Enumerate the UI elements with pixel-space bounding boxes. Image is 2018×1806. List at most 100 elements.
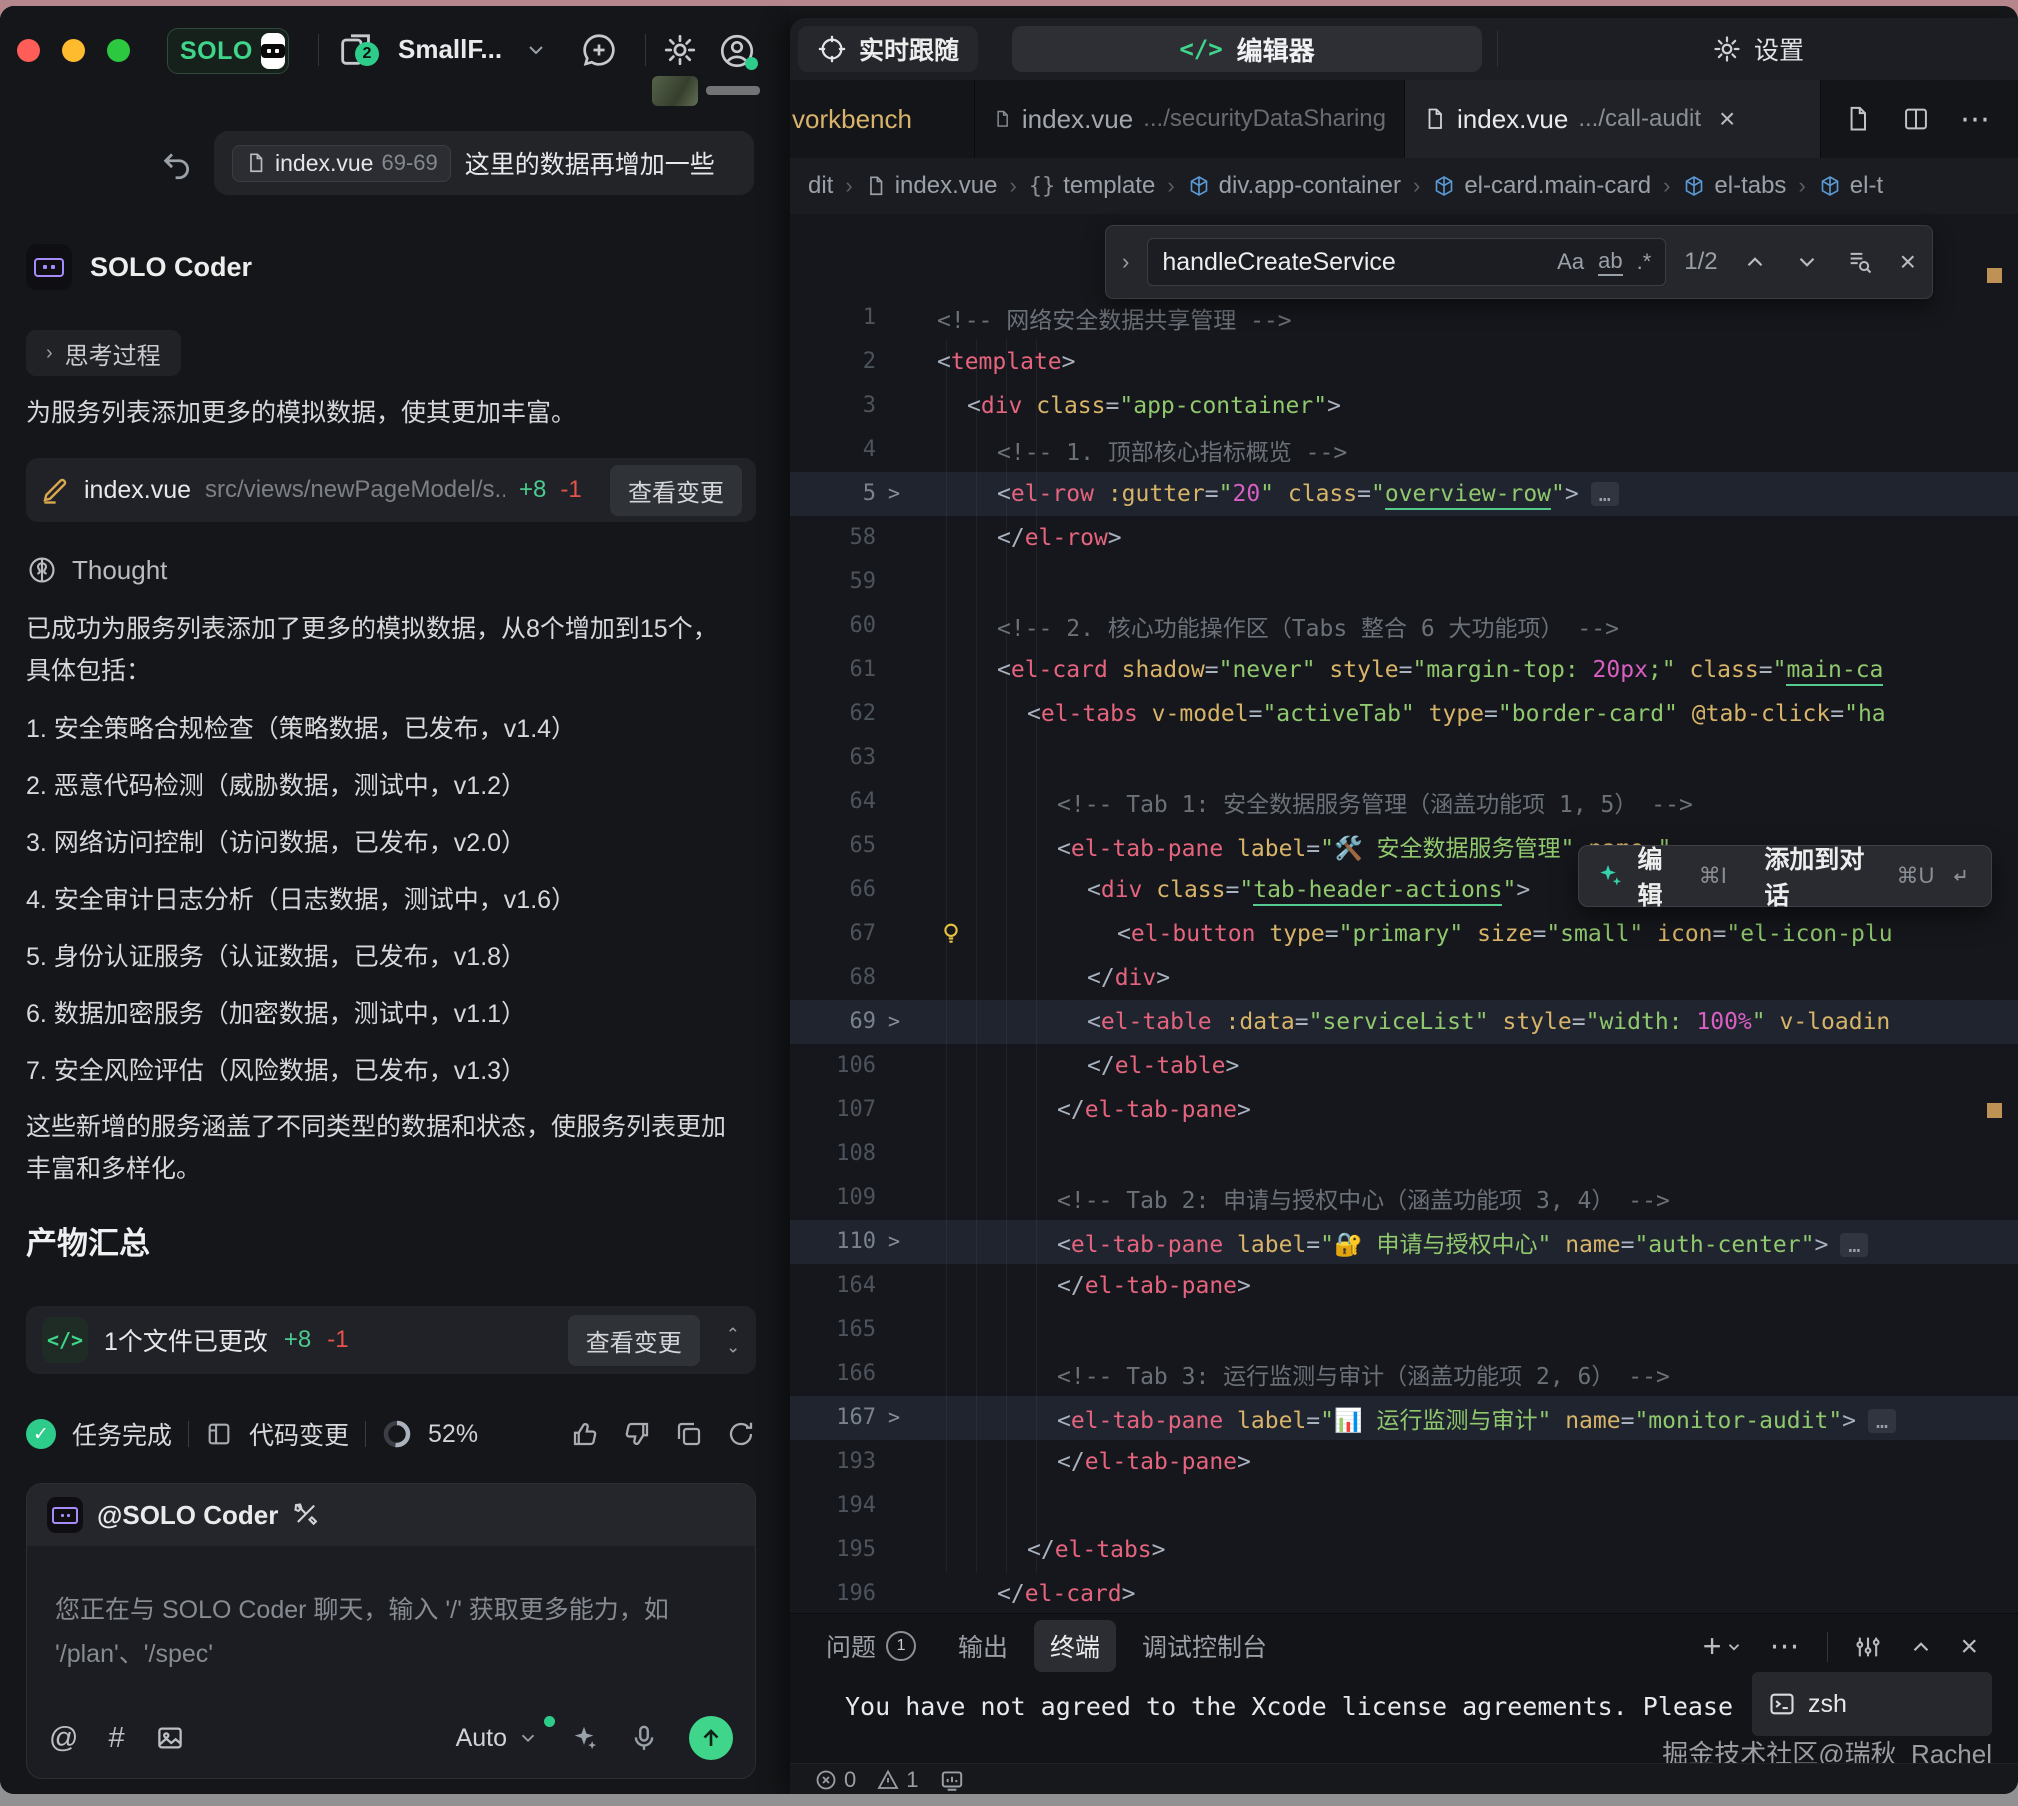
- undo-icon[interactable]: [160, 148, 194, 182]
- file-change-card[interactable]: index.vue src/views/newPageModel/s... +8…: [26, 458, 756, 522]
- panel-tab-问题[interactable]: 问题1: [810, 1620, 932, 1672]
- terminal-shell-item[interactable]: zsh: [1752, 1672, 1992, 1736]
- code-line-69[interactable]: 69><el-table :data="serviceList" style="…: [790, 1000, 2018, 1044]
- more-actions-icon[interactable]: ⋯: [1960, 102, 1992, 137]
- thinking-process-toggle[interactable]: › 思考过程: [26, 330, 181, 376]
- tab-index-vue-call-audit[interactable]: index.vue .../call-audit ×: [1405, 80, 1821, 158]
- chat-composer[interactable]: @SOLO Coder 您正在与 SOLO Coder 聊天，输入 '/' 获取…: [26, 1483, 756, 1779]
- code-line-67[interactable]: 67<el-button type="primary" size="small"…: [790, 912, 2018, 956]
- regex-icon[interactable]: .*: [1637, 249, 1652, 275]
- settings-tab-button[interactable]: 设置: [1498, 18, 2018, 80]
- code-line-2[interactable]: 2<template>: [790, 340, 2018, 384]
- toggle-replace-icon[interactable]: ›: [1122, 249, 1129, 275]
- mention-icon[interactable]: @: [49, 1722, 78, 1755]
- code-line-4[interactable]: 4<!-- 1. 顶部核心指标概览 -->: [790, 428, 2018, 472]
- gear-icon[interactable]: [662, 32, 698, 68]
- errors-status[interactable]: 0: [814, 1767, 856, 1793]
- tab-index-vue-security[interactable]: index.vue .../securityDataSharing: [975, 80, 1405, 158]
- code-line-68[interactable]: 68</div>: [790, 956, 2018, 1000]
- new-chat-icon[interactable]: [580, 31, 618, 69]
- editor-tab-button[interactable]: </> 编辑器: [1012, 26, 1482, 72]
- previous-match-icon[interactable]: [1742, 249, 1768, 275]
- code-line-194[interactable]: 194: [790, 1484, 2018, 1528]
- close-panel-icon[interactable]: ×: [1960, 1630, 1978, 1664]
- close-window-button[interactable]: [17, 39, 40, 62]
- code-line-108[interactable]: 108: [790, 1132, 2018, 1176]
- code-line-59[interactable]: 59: [790, 560, 2018, 604]
- code-line-5[interactable]: 5><el-row :gutter="20" class="overview-r…: [790, 472, 2018, 516]
- breadcrumb-item[interactable]: el-t: [1818, 172, 1883, 200]
- code-line-60[interactable]: 60<!-- 2. 核心功能操作区（Tabs 整合 6 大功能项） -->: [790, 604, 2018, 648]
- code-line-110[interactable]: 110><el-tab-pane label="🔐 申请与授权中心" name=…: [790, 1220, 2018, 1264]
- solo-mode-button[interactable]: SOLO: [167, 28, 289, 74]
- match-case-icon[interactable]: Aa: [1557, 249, 1584, 275]
- code-line-3[interactable]: 3<div class="app-container">: [790, 384, 2018, 428]
- search-input[interactable]: handleCreateService Aa ab .*: [1147, 238, 1666, 286]
- workspace-name[interactable]: SmallF...: [398, 34, 502, 65]
- panel-tab-输出[interactable]: 输出: [942, 1620, 1024, 1672]
- view-changes-button[interactable]: 查看变更: [568, 1315, 700, 1366]
- code-line-63[interactable]: 63: [790, 736, 2018, 780]
- fold-chevron-icon[interactable]: >: [888, 1396, 900, 1440]
- find-in-selection-icon[interactable]: [1846, 248, 1874, 276]
- image-icon[interactable]: [155, 1723, 185, 1753]
- composer-placeholder[interactable]: 您正在与 SOLO Coder 聊天，输入 '/' 获取更多能力，如 '/pla…: [55, 1588, 669, 1676]
- breadcrumb-item[interactable]: index.vue: [865, 172, 998, 200]
- minimize-window-button[interactable]: [62, 39, 85, 62]
- fold-chevron-icon[interactable]: >: [888, 1220, 900, 1264]
- model-mode-select[interactable]: Auto: [456, 1724, 539, 1753]
- tab-workbench[interactable]: vorkbench: [790, 80, 975, 158]
- code-line-62[interactable]: 62<el-tabs v-model="activeTab" type="bor…: [790, 692, 2018, 736]
- ai-add-to-chat-button[interactable]: 添加到对话: [1764, 840, 1882, 912]
- live-follow-button[interactable]: 实时跟随: [798, 26, 978, 72]
- account-icon[interactable]: [718, 32, 756, 70]
- new-file-icon[interactable]: [1844, 105, 1872, 133]
- code-line-166[interactable]: 166<!-- Tab 3: 运行监测与审计（涵盖功能项 2, 6） -->: [790, 1352, 2018, 1396]
- regenerate-icon[interactable]: [726, 1419, 756, 1449]
- thumbs-down-icon[interactable]: [622, 1419, 652, 1449]
- next-match-icon[interactable]: [1794, 249, 1820, 275]
- copy-icon[interactable]: [674, 1419, 704, 1449]
- split-editor-icon[interactable]: [1902, 105, 1930, 133]
- warnings-status[interactable]: 1: [876, 1767, 918, 1793]
- new-terminal-button[interactable]: +: [1703, 1628, 1744, 1665]
- ports-icon[interactable]: [939, 1767, 965, 1793]
- expand-collapse-icon[interactable]: ⌃⌃: [726, 1329, 740, 1351]
- panel-layout-icon[interactable]: [1854, 1633, 1882, 1661]
- view-changes-button[interactable]: 查看变更: [610, 465, 742, 516]
- code-line-165[interactable]: 165: [790, 1308, 2018, 1352]
- breadcrumb-item[interactable]: el-tabs: [1682, 172, 1786, 200]
- ai-edit-button[interactable]: 编辑: [1637, 840, 1684, 912]
- zoom-window-button[interactable]: [107, 39, 130, 62]
- panel-tab-调试控制台[interactable]: 调试控制台: [1126, 1620, 1283, 1672]
- code-line-107[interactable]: 107</el-tab-pane>: [790, 1088, 2018, 1132]
- find-widget[interactable]: › handleCreateService Aa ab .* 1/2 ×: [1105, 225, 1933, 299]
- code-line-195[interactable]: 195</el-tabs>: [790, 1528, 2018, 1572]
- insert-corner-icon[interactable]: [1948, 863, 1973, 889]
- code-editor[interactable]: 1<!-- 网络安全数据共享管理 -->2<template>3<div cla…: [790, 214, 2018, 1613]
- code-line-106[interactable]: 106</el-table>: [790, 1044, 2018, 1088]
- code-line-167[interactable]: 167><el-tab-pane label="📊 运行监测与审计" name=…: [790, 1396, 2018, 1440]
- breadcrumb-item[interactable]: el-card.main-card: [1432, 172, 1651, 200]
- code-change-label[interactable]: 代码变更: [249, 1416, 349, 1452]
- breadcrumb-item[interactable]: div.app-container: [1187, 172, 1401, 200]
- close-tab-icon[interactable]: ×: [1719, 103, 1735, 135]
- code-line-193[interactable]: 193</el-tab-pane>: [790, 1440, 2018, 1484]
- fold-chevron-icon[interactable]: >: [888, 1000, 900, 1044]
- inline-ai-popup[interactable]: 编辑 ⌘I 添加到对话 ⌘U: [1578, 845, 1992, 907]
- maximize-panel-icon[interactable]: [1908, 1634, 1934, 1660]
- panel-tab-终端[interactable]: 终端: [1034, 1620, 1116, 1672]
- code-line-61[interactable]: 61<el-card shadow="never" style="margin-…: [790, 648, 2018, 692]
- context-hash-icon[interactable]: #: [108, 1722, 124, 1755]
- terminal-more-icon[interactable]: ⋯: [1769, 1629, 1801, 1664]
- breadcrumb-item[interactable]: dit: [808, 172, 833, 200]
- code-line-1[interactable]: 1<!-- 网络安全数据共享管理 -->: [790, 296, 2018, 340]
- artifacts-card[interactable]: </> 1个文件已更改 +8 -1 查看变更 ⌃⌃: [26, 1306, 756, 1374]
- workspace-chevron-icon[interactable]: [524, 38, 548, 62]
- code-line-58[interactable]: 58</el-row>: [790, 516, 2018, 560]
- close-find-icon[interactable]: ×: [1900, 246, 1916, 278]
- code-line-64[interactable]: 64<!-- Tab 1: 安全数据服务管理（涵盖功能项 1, 5） -->: [790, 780, 2018, 824]
- breadcrumb-item[interactable]: {}template: [1029, 172, 1156, 200]
- fold-chevron-icon[interactable]: >: [888, 472, 900, 516]
- whole-word-icon[interactable]: ab: [1598, 248, 1622, 276]
